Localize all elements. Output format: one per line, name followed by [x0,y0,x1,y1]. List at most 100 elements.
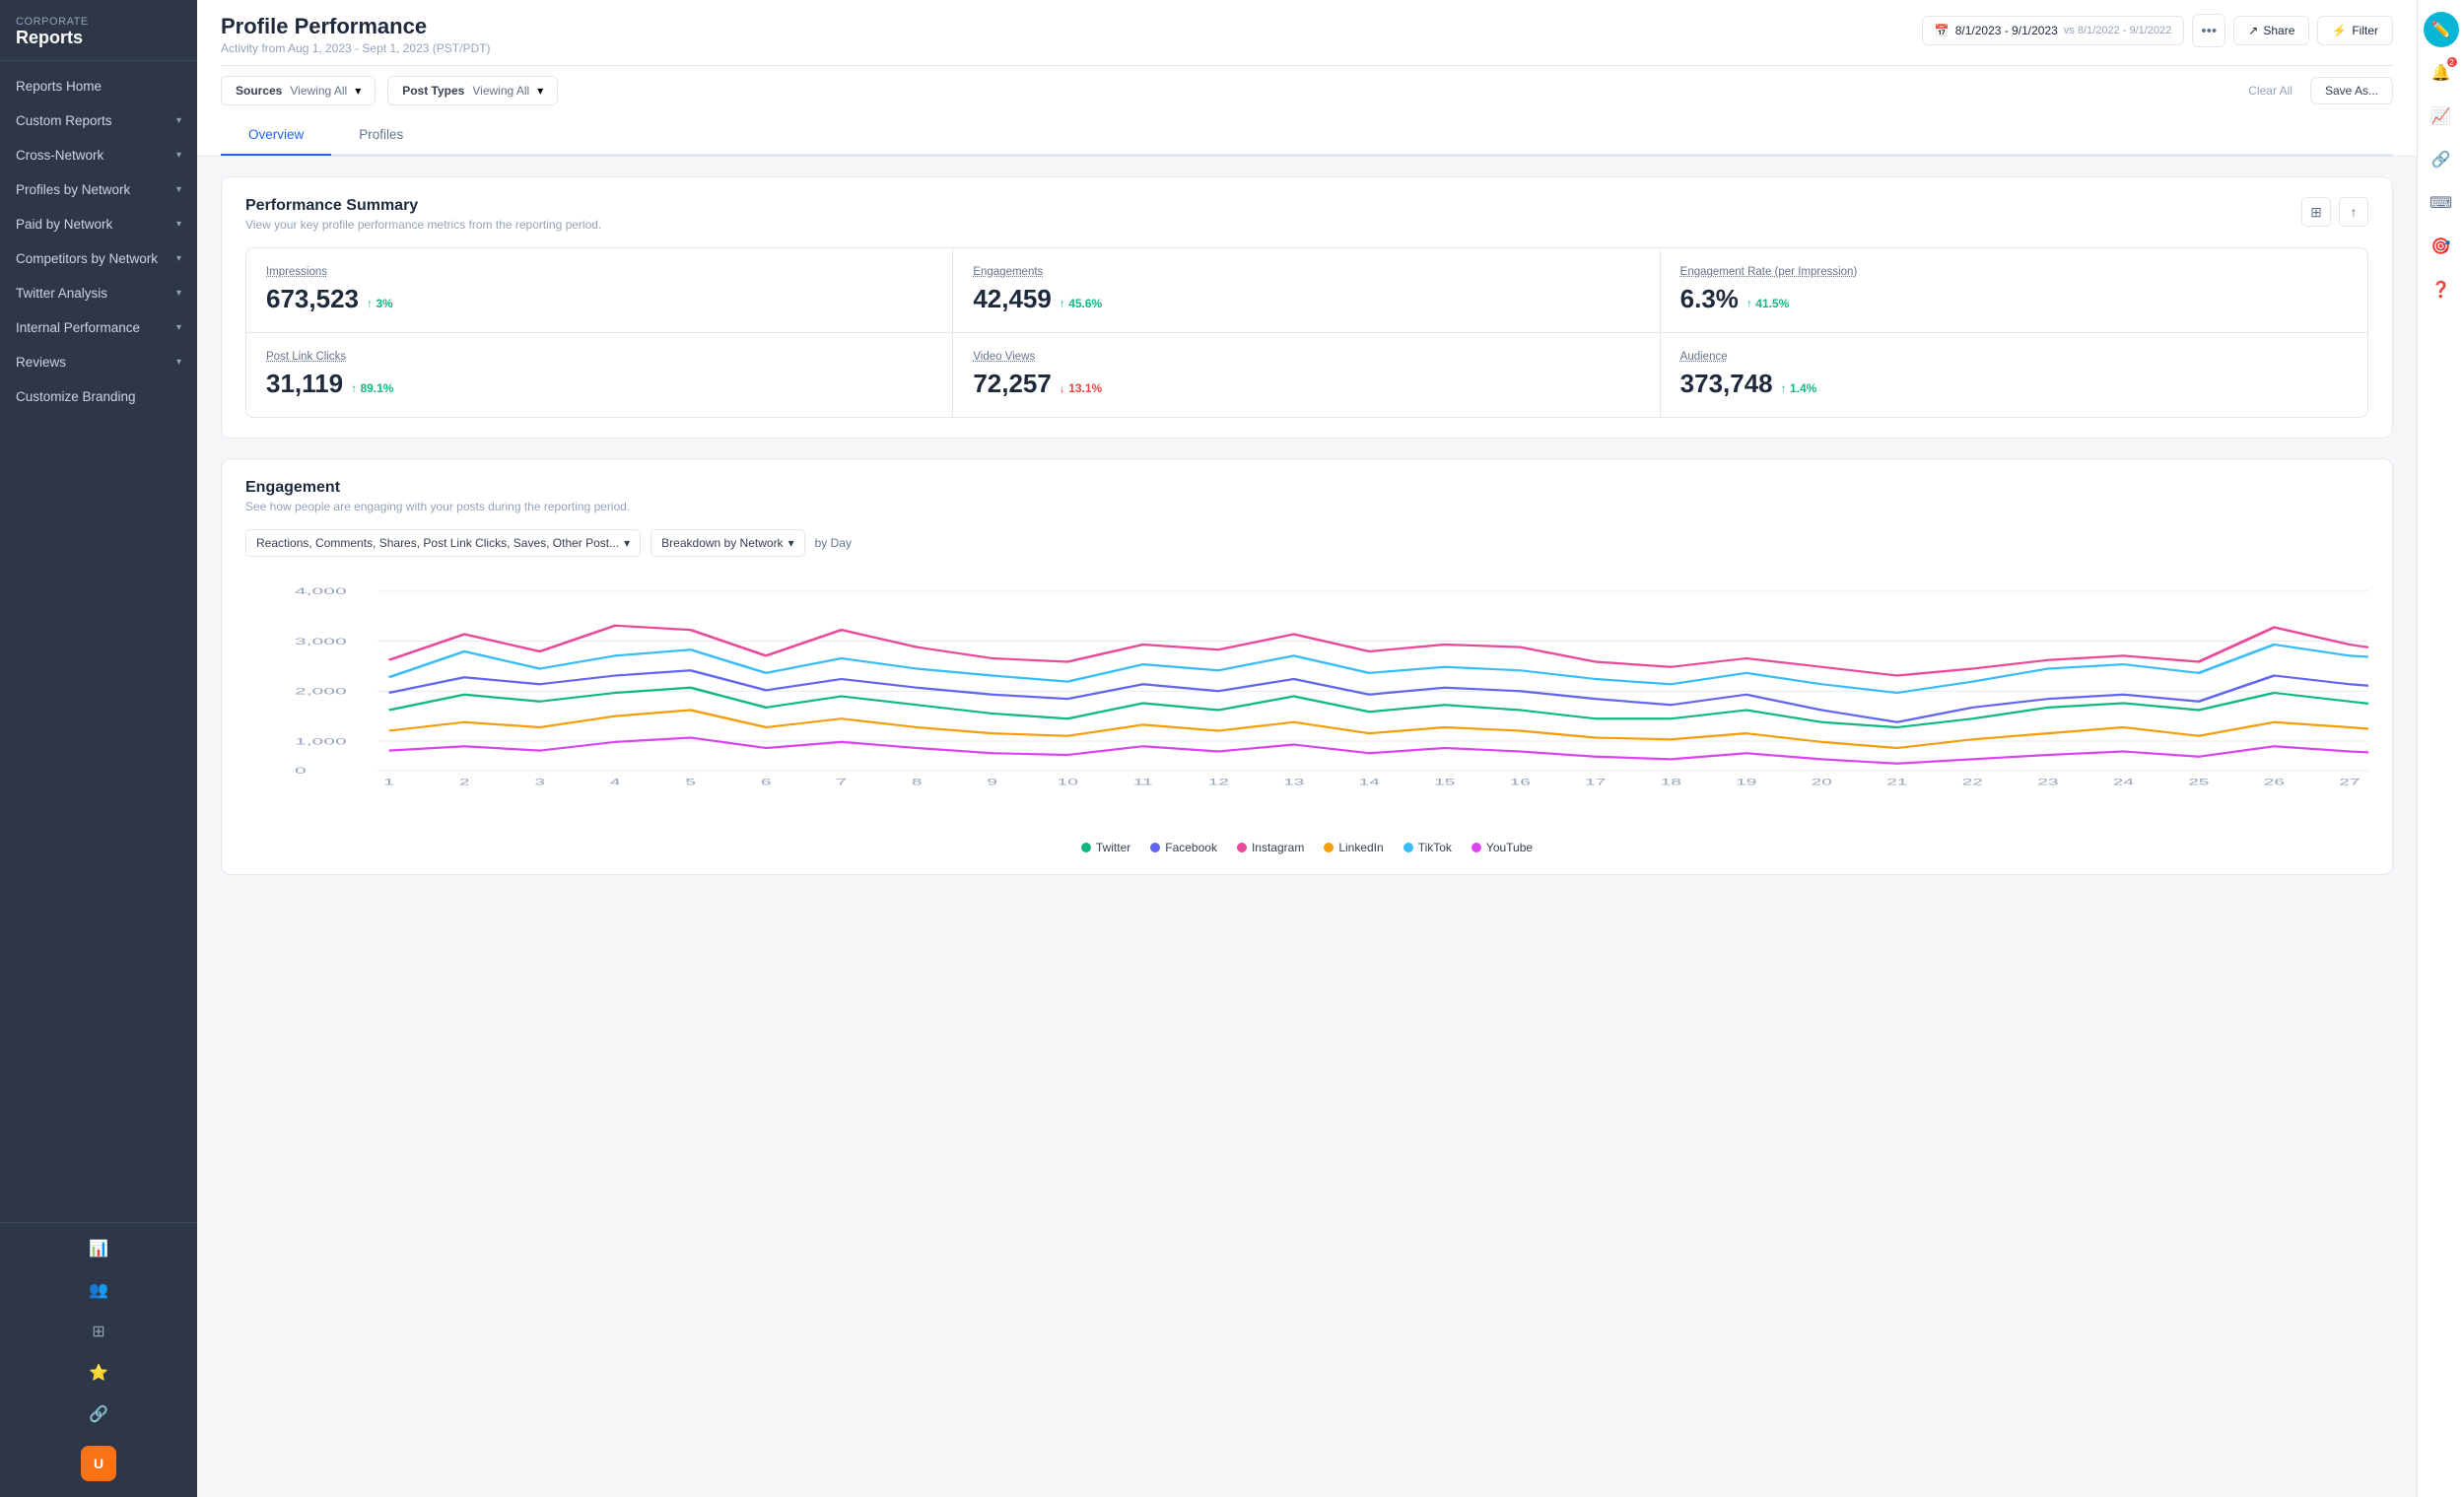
sidebar-item-custom-reports[interactable]: Custom Reports ▾ [0,103,197,138]
legend-dot-twitter [1081,843,1091,852]
sidebar-item-competitors-by-network[interactable]: Competitors by Network ▾ [0,241,197,276]
svg-text:5: 5 [685,779,696,787]
breakdown-select[interactable]: Breakdown by Network ▾ [650,529,804,557]
sidebar-chevron-icon: ▾ [176,322,181,333]
post-types-filter[interactable]: Post Types Viewing All ▾ [387,76,558,105]
post-types-chevron-icon: ▾ [537,84,543,98]
sidebar-item-label-group: Custom Reports [16,113,112,128]
more-options-button[interactable]: ••• [2192,14,2225,47]
sidebar-icon-users[interactable]: 🔗 [81,1396,116,1432]
share-icon: ↗ [2248,24,2258,37]
sidebar-item-label-group: Reports Home [16,79,102,94]
grid-view-button[interactable]: ⊞ [2301,197,2331,227]
notification-badge: 2 [2447,57,2457,67]
sidebar-item-cross-network[interactable]: Cross-Network ▾ [0,138,197,172]
metric-value-audience: 373,748 [1680,369,1773,399]
metric-value-row-impressions: 673,523 3% [266,284,932,314]
target-button[interactable]: 🎯 [2424,229,2459,264]
svg-text:10: 10 [1058,779,1078,787]
sidebar-icon-grid[interactable]: ⊞ [81,1314,116,1349]
legend-dot-linkedin [1324,843,1334,852]
sidebar-item-internal-performance[interactable]: Internal Performance ▾ [0,310,197,345]
svg-text:20: 20 [1812,779,1832,787]
legend-item-tiktok: TikTok [1403,841,1452,854]
notifications-button[interactable]: 🔔 2 [2424,55,2459,91]
sidebar-item-label-profiles-by-network: Profiles by Network [16,182,130,197]
metrics-select[interactable]: Reactions, Comments, Shares, Post Link C… [245,529,641,557]
sidebar-chevron-icon: ▾ [176,184,181,195]
sidebar-item-reports-home[interactable]: Reports Home [0,69,197,103]
metric-cell-video-views: Video Views 72,257 13.1% [953,333,1660,417]
metric-value-row-post-link-clicks: 31,119 89.1% [266,369,932,399]
clear-all-button[interactable]: Clear All [2238,77,2302,104]
filter-button[interactable]: ⚡ Filter [2317,16,2393,45]
metric-change-audience: 1.4% [1781,381,1817,395]
sidebar-item-label-cross-network: Cross-Network [16,148,103,163]
sources-filter[interactable]: Sources Viewing All ▾ [221,76,376,105]
metric-label-engagements: Engagements [973,266,1639,278]
sidebar-item-twitter-analysis[interactable]: Twitter Analysis ▾ [0,276,197,310]
svg-text:7: 7 [836,779,847,787]
metric-label-audience: Audience [1680,351,2348,363]
metric-change-post-link-clicks: 89.1% [351,381,393,395]
page-title-group: Profile Performance Activity from Aug 1,… [221,14,490,55]
sidebar-nav: Reports Home Custom Reports ▾ Cross-Netw… [0,61,197,1222]
share-button[interactable]: ↗ Share [2233,16,2309,45]
help-button[interactable]: ❓ [2424,272,2459,307]
link-button[interactable]: 🔗 [2424,142,2459,177]
sidebar-item-customize-branding[interactable]: Customize Branding [0,379,197,414]
svg-text:2: 2 [459,779,470,787]
sidebar-icon-chart[interactable]: 📊 [81,1231,116,1266]
keyboard-button[interactable]: ⌨ [2424,185,2459,221]
sidebar-chevron-icon: ▾ [176,357,181,368]
svg-text:1,000: 1,000 [295,736,347,747]
metric-cell-impressions: Impressions 673,523 3% [246,248,953,333]
sidebar-item-label-group: Cross-Network [16,148,103,163]
sidebar-item-reviews[interactable]: Reviews ▾ [0,345,197,379]
metric-change-engagements: 45.6% [1060,297,1102,310]
legend-label-tiktok: TikTok [1418,841,1452,854]
upload-button[interactable]: ↑ [2339,197,2368,227]
user-avatar[interactable]: U [81,1446,116,1481]
performance-summary-title-group: Performance Summary View your key profil… [245,197,601,232]
metric-change-engagement-rate: 41.5% [1746,297,1789,310]
sidebar-item-label-reports-home: Reports Home [16,79,102,94]
breakdown-select-chevron-icon: ▾ [788,536,794,550]
metric-label-impressions: Impressions [266,266,932,278]
edit-button[interactable]: ✏️ [2424,12,2459,47]
sidebar-item-label-paid-by-network: Paid by Network [16,217,112,232]
sidebar-item-paid-by-network[interactable]: Paid by Network ▾ [0,207,197,241]
tab-profiles[interactable]: Profiles [331,115,431,156]
sidebar-brand-title: Reports [16,28,181,48]
tab-overview[interactable]: Overview [221,115,331,156]
post-types-value: Viewing All [472,84,529,98]
sidebar-chevron-icon: ▾ [176,150,181,161]
legend-item-twitter: Twitter [1081,841,1130,854]
legend-item-instagram: Instagram [1237,841,1304,854]
legend-dot-tiktok [1403,843,1413,852]
page-subtitle: Activity from Aug 1, 2023 - Sept 1, 2023… [221,41,490,55]
svg-text:4: 4 [610,779,621,787]
sidebar-item-label-group: Customize Branding [16,389,136,404]
sidebar-icon-star[interactable]: ⭐ [81,1355,116,1391]
sidebar-item-profiles-by-network[interactable]: Profiles by Network ▾ [0,172,197,207]
svg-text:22: 22 [1962,779,1983,787]
svg-text:14: 14 [1359,779,1380,787]
filter-label: Filter [2352,24,2378,37]
sidebar-item-label-group: Paid by Network [16,217,112,232]
svg-text:11: 11 [1133,779,1153,787]
layout-wrapper: Profile Performance Activity from Aug 1,… [197,0,2464,1497]
analytics-button[interactable]: 📈 [2424,99,2459,134]
date-range-button[interactable]: 📅 8/1/2023 - 9/1/2023 vs 8/1/2022 - 9/1/… [1922,16,2185,45]
sidebar-icon-people[interactable]: 👥 [81,1272,116,1308]
svg-text:12: 12 [1208,779,1229,787]
sidebar-item-label-reviews: Reviews [16,355,66,370]
svg-text:21: 21 [1886,779,1907,787]
svg-text:24: 24 [2113,779,2134,787]
metric-label-video-views: Video Views [973,351,1639,363]
svg-text:9: 9 [987,779,997,787]
save-as-button[interactable]: Save As... [2310,77,2393,104]
sidebar-item-label-group: Reviews [16,355,66,370]
svg-text:3,000: 3,000 [295,637,347,647]
metrics-select-value: Reactions, Comments, Shares, Post Link C… [256,536,619,550]
